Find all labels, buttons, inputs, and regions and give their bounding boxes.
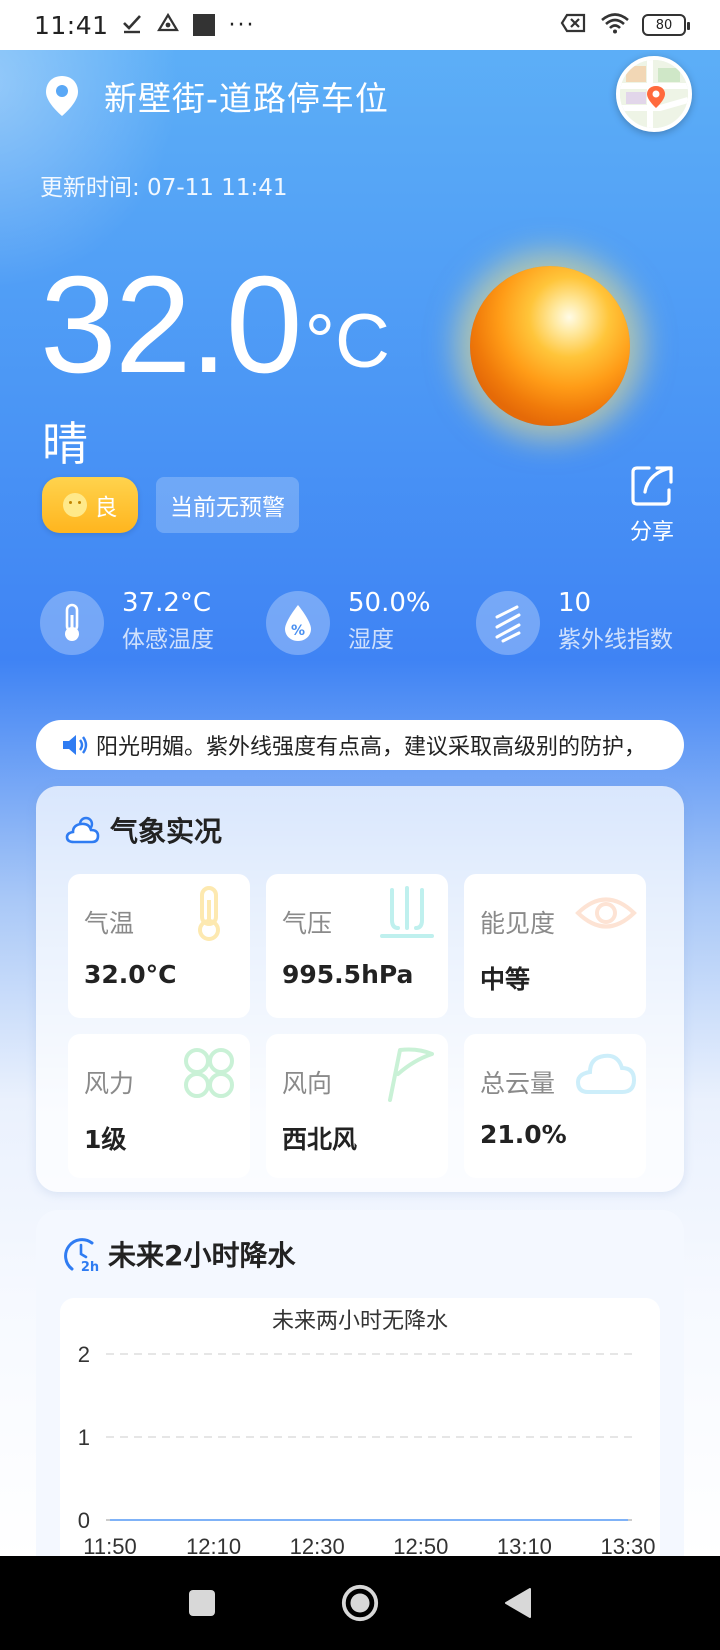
condition-wind-force: 风力 1级 xyxy=(68,1034,250,1178)
condition-cloud-cover: 总云量 21.0% xyxy=(464,1034,646,1178)
share-icon xyxy=(631,466,673,506)
navigation-bar xyxy=(0,1556,720,1650)
current-temperature: 32.0 °C xyxy=(40,250,390,400)
condition-value: 西北风 xyxy=(282,1125,358,1154)
thermometer-icon xyxy=(40,591,104,655)
condition-value: 21.0% xyxy=(480,1120,567,1149)
precip-chart: 未来两小时无降水 0 1 2 11:50 12:10 12:30 12:50 13:10 13:3… xyxy=(60,1298,660,1598)
precip-title: 2h 未来2小时降水 xyxy=(62,1234,295,1274)
eye-icon xyxy=(575,897,637,929)
wifi-icon xyxy=(600,12,630,38)
map-button[interactable] xyxy=(616,56,692,132)
precip-chart-svg: 未来两小时无降水01211:50 12:10 12:30 12:50 13:10 13:3… xyxy=(78,1309,656,1559)
y-tick-label: 2 xyxy=(78,1342,90,1367)
cloud-sun-icon xyxy=(65,816,100,844)
condition-label: 气温 xyxy=(84,909,135,938)
sun-icon xyxy=(470,266,630,426)
square-icon xyxy=(189,1590,215,1616)
precip-title-text: 未来2小时降水 xyxy=(108,1239,296,1272)
more-icon: ··· xyxy=(228,12,256,38)
condition-label: 风力 xyxy=(84,1069,135,1098)
weather-screen: 11:41 ··· 80 新壁街-道路停车位 更新时间: 07-11 11:41… xyxy=(0,0,720,1650)
status-system-icons: 80 xyxy=(560,12,690,38)
flag-icon xyxy=(388,1047,434,1102)
home-circle-icon xyxy=(341,1584,379,1622)
fan-icon xyxy=(184,1048,234,1098)
metric-value: 10 xyxy=(558,588,592,618)
metric-value: 37.2°C xyxy=(122,588,212,618)
pressure-icon xyxy=(380,886,434,938)
location-name: 新壁街-道路停车位 xyxy=(104,79,389,118)
alert-badge[interactable]: 当前无预警 xyxy=(156,477,299,533)
battery-icon: 80 xyxy=(642,14,690,36)
metric-humidity: % 50.0% 湿度 xyxy=(266,586,431,660)
cloud-warning-icon xyxy=(156,12,179,39)
check-icon xyxy=(121,12,143,39)
metric-label: 体感温度 xyxy=(122,627,214,653)
status-bar: 11:41 ··· 80 xyxy=(0,0,720,50)
condition-label: 总云量 xyxy=(480,1069,556,1098)
chart-title: 未来两小时无降水 xyxy=(272,1309,448,1334)
alert-text: 当前无预警 xyxy=(170,495,285,521)
metric-label: 紫外线指数 xyxy=(558,627,673,653)
metric-label: 湿度 xyxy=(348,627,394,653)
precip-card: 2h 未来2小时降水 未来两小时无降水 0 1 2 11:50 12:10 12:30 12:… xyxy=(36,1210,684,1610)
smile-icon xyxy=(62,493,87,517)
temperature-unit: °C xyxy=(304,299,390,384)
thermometer-icon xyxy=(198,886,220,941)
humidity-icon: % xyxy=(266,591,330,655)
recent-apps-button[interactable] xyxy=(182,1583,222,1623)
share-label: 分享 xyxy=(629,520,674,545)
y-tick-label: 0 xyxy=(78,1508,90,1533)
back-triangle-icon xyxy=(505,1588,531,1618)
status-time: 11:41 xyxy=(34,10,109,40)
back-button[interactable] xyxy=(498,1583,538,1623)
condition-label: 能见度 xyxy=(480,909,556,938)
y-tick-label: 1 xyxy=(78,1425,90,1450)
conditions-card: 气象实况 气温 32.0°C 气压 995.5hPa 能见度 中等 风力 1级 … xyxy=(36,786,684,1192)
condition-value: 1级 xyxy=(84,1125,127,1154)
temperature-value: 32.0 xyxy=(40,248,303,402)
forecast-ticker[interactable]: 阳光明媚。紫外线强度有点高，建议采取高级别的防护， xyxy=(36,720,684,770)
aqi-label: 良 xyxy=(94,495,118,521)
sim-off-icon xyxy=(560,12,588,38)
condition-value: 中等 xyxy=(480,965,531,994)
update-time: 更新时间: 07-11 11:41 xyxy=(40,175,288,201)
share-button[interactable]: 分享 xyxy=(624,462,680,546)
aqi-badge[interactable]: 良 xyxy=(42,477,138,533)
svg-text:%: % xyxy=(291,623,305,639)
home-button[interactable] xyxy=(340,1583,380,1623)
uv-icon xyxy=(476,591,540,655)
clock-2h-icon: 2h xyxy=(64,1238,99,1273)
condition-value: 995.5hPa xyxy=(282,960,414,989)
precip-badge: 2h xyxy=(81,1260,99,1273)
map-icon xyxy=(620,60,688,128)
condition-visibility: 能见度 中等 xyxy=(464,874,646,1018)
metric-feels-like: 37.2°C 体感温度 xyxy=(40,586,214,660)
square-icon xyxy=(192,14,215,36)
metric-uv: 10 紫外线指数 xyxy=(476,586,673,660)
weather-description: 晴 xyxy=(42,417,88,471)
ticker-text: 阳光明媚。紫外线强度有点高，建议采取高级别的防护， xyxy=(96,735,647,760)
condition-wind-direction: 风向 西北风 xyxy=(266,1034,448,1178)
condition-pressure: 气压 995.5hPa xyxy=(266,874,448,1018)
condition-temperature: 气温 32.0°C xyxy=(68,874,250,1018)
condition-label: 风向 xyxy=(282,1069,333,1098)
condition-label: 气压 xyxy=(282,909,333,938)
speaker-icon xyxy=(63,735,88,755)
cloud-icon xyxy=(575,1053,637,1094)
location-pin-icon xyxy=(46,76,78,116)
metric-value: 50.0% xyxy=(348,588,431,618)
status-notification-icons: ··· xyxy=(121,12,256,39)
conditions-title: 气象实况 xyxy=(64,810,222,850)
conditions-title-text: 气象实况 xyxy=(110,815,223,848)
location-row[interactable]: 新壁街-道路停车位 xyxy=(44,72,389,120)
condition-value: 32.0°C xyxy=(84,960,177,989)
